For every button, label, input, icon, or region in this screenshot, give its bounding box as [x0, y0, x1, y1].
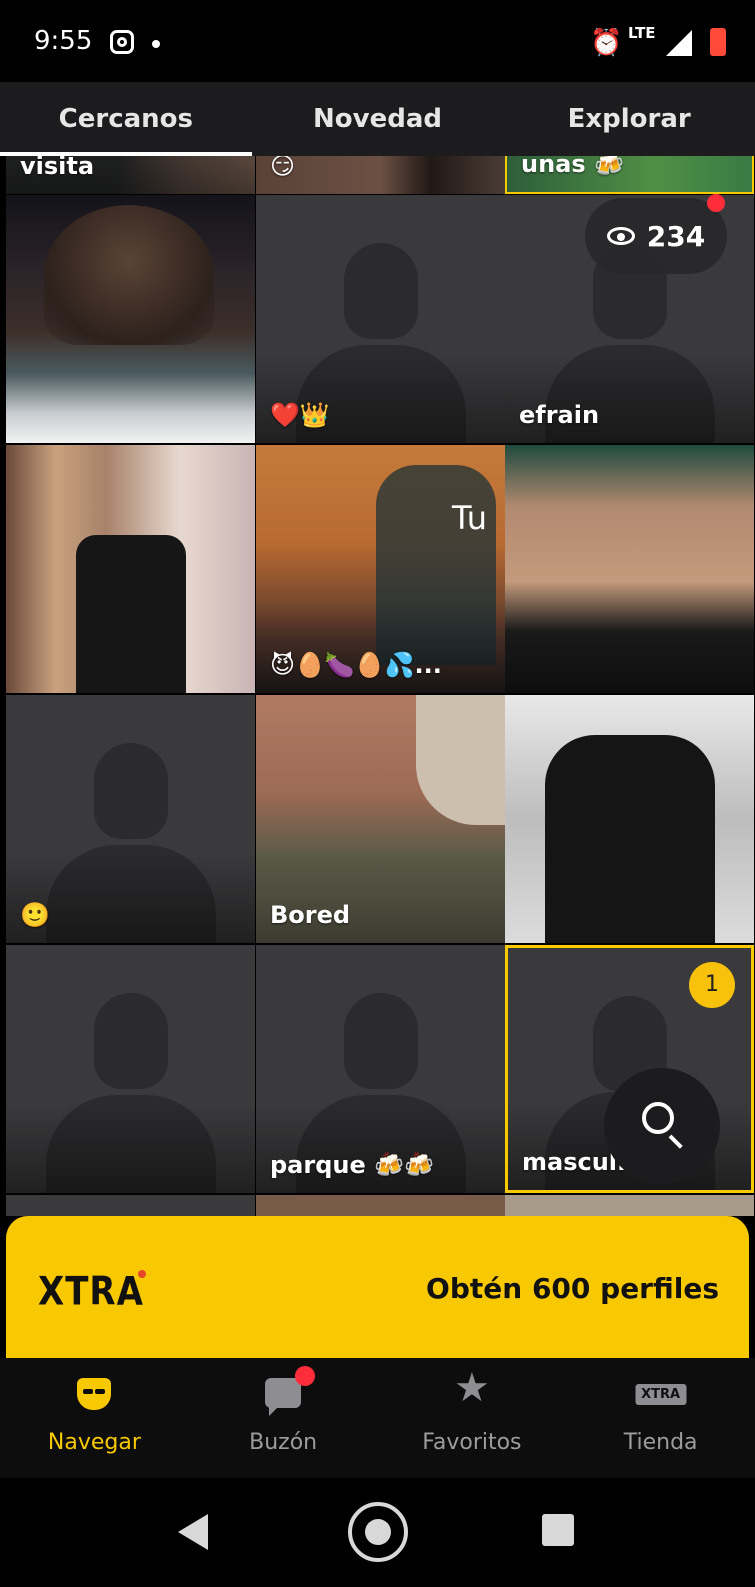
- profile-card[interactable]: [505, 695, 754, 943]
- profile-card[interactable]: [6, 1195, 255, 1216]
- xtra-store-icon: XTRA: [635, 1384, 687, 1405]
- mask-icon: [77, 1378, 112, 1410]
- avatar-placeholder-icon: [343, 243, 418, 339]
- profile-card[interactable]: Bored: [256, 695, 505, 943]
- profile-card[interactable]: visita: [6, 156, 255, 194]
- profile-label: efrain: [519, 401, 600, 429]
- eye-icon: [606, 227, 635, 245]
- avatar-placeholder-icon: [93, 743, 168, 839]
- profile-card[interactable]: unas 🍻: [505, 156, 754, 194]
- status-bar: 9:55 ⏰ LTE: [0, 0, 755, 82]
- nav-label: Navegar: [47, 1430, 141, 1455]
- instagram-icon: [110, 30, 134, 54]
- unread-count-badge: 1: [689, 962, 735, 1008]
- home-icon[interactable]: [348, 1502, 408, 1562]
- profile-card[interactable]: [256, 1195, 505, 1216]
- alarm-icon: ⏰: [590, 28, 623, 58]
- chat-icon: [265, 1366, 316, 1416]
- nav-buzon[interactable]: Buzón: [189, 1358, 378, 1478]
- profile-label: Bored: [270, 901, 351, 929]
- profile-label: parque 🍻🍻: [270, 1151, 434, 1179]
- nav-label: Favoritos: [422, 1430, 522, 1455]
- overlay-text: Tu: [452, 499, 487, 537]
- profile-grid: visita 😏 unas 🍻 ❤️👑 efrain Tu 😈🥚🍆🥚💦... 🙂…: [0, 156, 755, 1216]
- search-button[interactable]: [604, 1068, 720, 1184]
- profile-card[interactable]: [6, 945, 255, 1193]
- avatar-placeholder-icon: [93, 993, 168, 1089]
- tab-novedad[interactable]: Novedad: [252, 82, 504, 156]
- status-time: 9:55: [34, 26, 93, 56]
- tab-cercanos[interactable]: Cercanos: [0, 82, 252, 156]
- back-icon[interactable]: [178, 1514, 208, 1550]
- nav-tienda[interactable]: XTRA Tienda: [566, 1358, 755, 1478]
- notification-dot-icon: [295, 1366, 316, 1386]
- xtra-cta: Obtén 600 perfiles: [426, 1272, 719, 1305]
- bottom-nav: Navegar Buzón ★ Favoritos XTRA Tienda: [0, 1358, 755, 1478]
- profile-label: visita: [20, 156, 95, 180]
- profile-label: 🙂: [20, 901, 50, 929]
- profile-card[interactable]: parque 🍻🍻: [256, 945, 505, 1193]
- notification-dot-icon: [152, 40, 160, 48]
- xtra-upsell-banner[interactable]: XTRA Obtén 600 perfiles: [6, 1216, 749, 1358]
- views-count: 234: [646, 219, 706, 253]
- profile-card[interactable]: [6, 195, 255, 443]
- profile-label: unas 🍻: [521, 156, 624, 178]
- avatar-placeholder-icon: [343, 993, 418, 1089]
- signal-icon: [666, 30, 692, 56]
- profile-label: 😈🥚🍆🥚💦...: [270, 651, 442, 679]
- profile-label: 😏: [270, 156, 296, 180]
- xtra-logo: XTRA: [38, 1269, 144, 1315]
- profile-card[interactable]: ❤️👑: [256, 195, 505, 443]
- profile-card[interactable]: [6, 445, 255, 693]
- profile-card[interactable]: 😏: [256, 156, 505, 194]
- profile-views-button[interactable]: 234: [585, 194, 727, 274]
- notification-dot-icon: [707, 194, 725, 212]
- recent-apps-icon[interactable]: [542, 1514, 574, 1546]
- profile-label: ❤️👑: [270, 401, 330, 429]
- search-icon: [642, 1102, 674, 1134]
- nav-label: Buzón: [249, 1430, 318, 1455]
- nav-label: Tienda: [623, 1430, 698, 1455]
- top-tabs: Cercanos Novedad Explorar: [0, 82, 755, 156]
- tab-explorar[interactable]: Explorar: [503, 82, 755, 156]
- profile-card[interactable]: Tu 😈🥚🍆🥚💦...: [256, 445, 505, 693]
- battery-icon: [710, 28, 726, 56]
- nav-favoritos[interactable]: ★ Favoritos: [378, 1358, 567, 1478]
- system-navigation-bar: [0, 1478, 755, 1587]
- nav-navegar[interactable]: Navegar: [0, 1358, 189, 1478]
- profile-card[interactable]: 🙂: [6, 695, 255, 943]
- profile-card[interactable]: [505, 445, 754, 693]
- network-type: LTE: [628, 24, 656, 42]
- star-icon: ★: [453, 1365, 490, 1411]
- profile-card[interactable]: [505, 1195, 754, 1216]
